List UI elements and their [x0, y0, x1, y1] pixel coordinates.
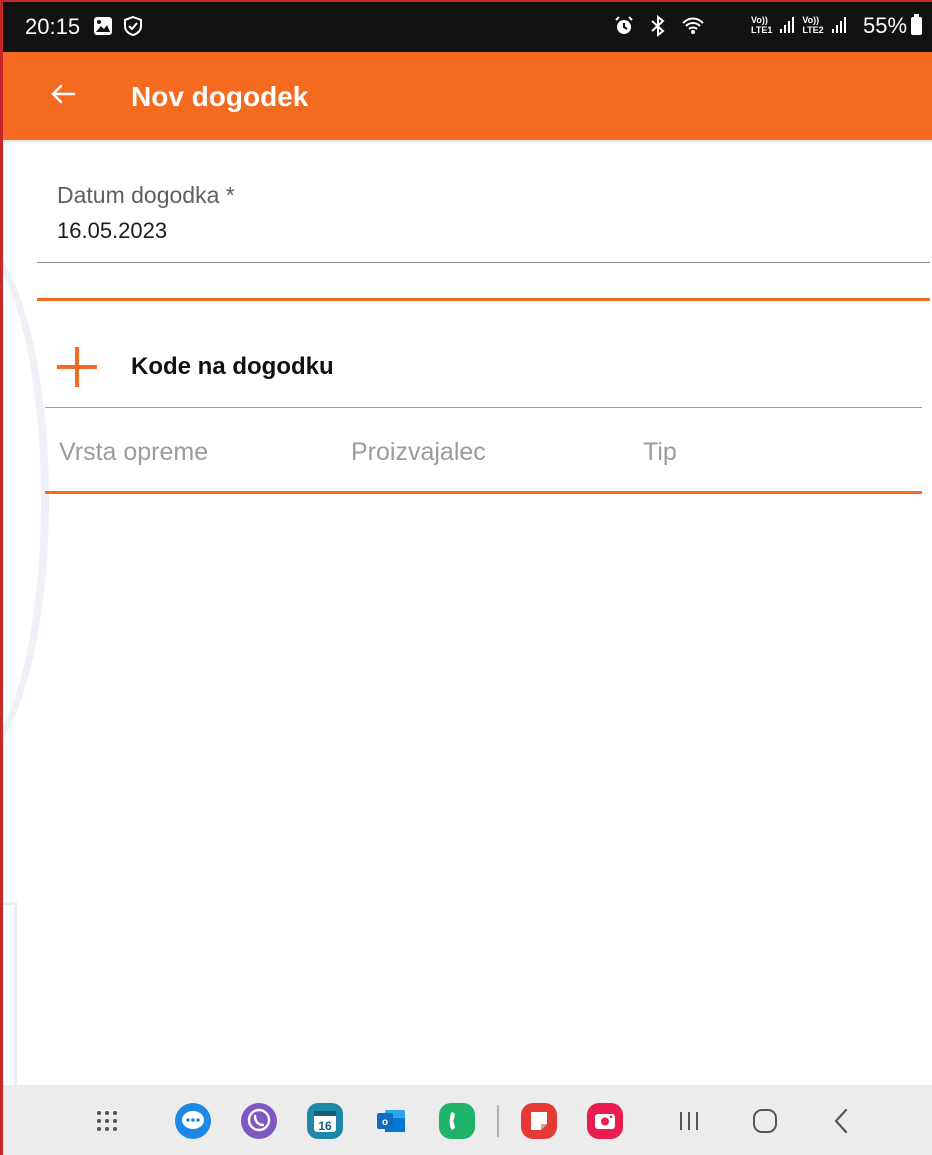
viber-app-button[interactable]	[239, 1101, 279, 1141]
outlook-icon: o	[377, 1110, 405, 1132]
notes-icon	[521, 1103, 557, 1139]
calendar-icon: 16	[307, 1103, 343, 1139]
page-title: Nov dogodek	[131, 81, 309, 112]
navigation-bar: 16 o	[3, 1085, 932, 1155]
status-time: 20:15	[25, 14, 81, 39]
status-left-icons	[93, 15, 143, 41]
apps-grid-icon	[97, 1111, 117, 1131]
arrow-left-icon	[50, 83, 76, 110]
phone-app-button[interactable]	[437, 1101, 477, 1141]
codes-table-header: Vrsta opreme Proizvajalec Tip	[45, 408, 922, 492]
section-divider	[37, 298, 930, 301]
add-codes-label: Kode na dogodku	[131, 353, 334, 380]
event-date-value: 16.05.2023	[57, 218, 168, 243]
back-icon	[834, 1108, 848, 1134]
home-icon	[753, 1109, 777, 1133]
column-header-manufacturer: Proizvajalec	[351, 438, 486, 466]
wifi-icon	[681, 15, 705, 42]
battery-icon	[911, 14, 923, 35]
recents-icon	[680, 1112, 698, 1130]
gallery-icon	[93, 16, 113, 41]
signal-bars-icon	[831, 17, 846, 33]
recents-button[interactable]	[669, 1101, 709, 1141]
svg-text:o: o	[382, 1117, 388, 1128]
viber-icon	[241, 1103, 277, 1139]
svg-text:16: 16	[318, 1119, 332, 1133]
edge-artifact	[3, 232, 49, 768]
battery-percent: 55%	[863, 13, 908, 38]
messages-icon	[175, 1103, 211, 1139]
event-date-field[interactable]: Datum dogodka * 16.05.2023	[37, 172, 930, 263]
shield-icon	[123, 15, 143, 41]
phone-icon	[439, 1103, 475, 1139]
alarm-icon	[613, 15, 635, 42]
apps-grid-button[interactable]	[87, 1101, 127, 1141]
status-bar: 20:15 Vo)) LTE1 Vo)) LTE2 55%	[3, 2, 932, 52]
system-back-button[interactable]	[821, 1101, 861, 1141]
column-header-type: Tip	[643, 438, 677, 466]
app-bar: Nov dogodek	[3, 52, 932, 140]
notes-app-button[interactable]	[519, 1101, 559, 1141]
lte1-indicator: Vo)) LTE1	[751, 15, 773, 35]
calendar-app-button[interactable]: 16	[305, 1101, 345, 1141]
camera-icon	[587, 1103, 623, 1139]
bluetooth-icon	[649, 14, 667, 42]
taskbar-separator	[497, 1105, 499, 1137]
app-screen: 20:15 Vo)) LTE1 Vo)) LTE2 55% Nov dogode…	[0, 0, 932, 1155]
outlook-app-button[interactable]: o	[371, 1101, 411, 1141]
back-button[interactable]	[43, 76, 83, 116]
column-header-equipment-type: Vrsta opreme	[59, 438, 209, 466]
table-header-divider	[45, 491, 922, 494]
add-codes-button[interactable]: Kode na dogodku	[43, 334, 923, 400]
status-signal: Vo)) LTE1 Vo)) LTE2	[751, 15, 846, 35]
status-battery: 55%	[863, 13, 923, 39]
messages-app-button[interactable]	[173, 1101, 213, 1141]
lte2-indicator: Vo)) LTE2	[802, 15, 824, 35]
status-right-icons	[613, 14, 705, 42]
camera-app-button[interactable]	[585, 1101, 625, 1141]
home-button[interactable]	[745, 1101, 785, 1141]
plus-icon	[57, 341, 109, 393]
signal-bars-icon	[780, 17, 795, 33]
event-date-label: Datum dogodka *	[57, 182, 235, 208]
